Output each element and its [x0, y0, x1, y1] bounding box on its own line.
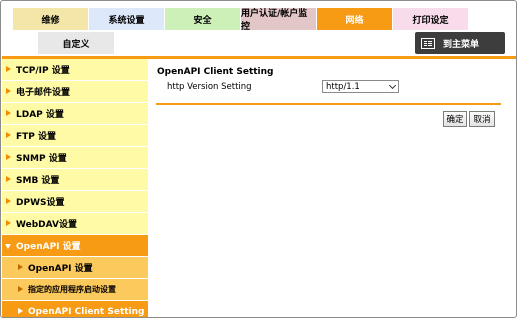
- sidebar-subitem-client-setting[interactable]: OpenAPI Client Setting: [2, 301, 148, 317]
- tab-user-auth[interactable]: 用户认证/帐户监控: [241, 8, 317, 32]
- sidebar-item-ldap[interactable]: LDAP 设置: [2, 103, 148, 125]
- sidebar-subitem-label: OpenAPI 设置: [28, 264, 93, 274]
- tab-maintenance[interactable]: 维修: [13, 8, 89, 30]
- arrow-right-icon: [6, 88, 11, 94]
- arrow-right-icon: [6, 198, 11, 204]
- sidebar-item-label: WebDAV设置: [16, 220, 77, 230]
- sidebar-item-webdav[interactable]: WebDAV设置: [2, 213, 148, 235]
- sidebar-subitem-label: OpenAPI Client Setting: [28, 306, 145, 317]
- arrow-right-icon: [18, 286, 23, 292]
- arrow-right-icon: [6, 176, 11, 182]
- sidebar: TCP/IP 设置 电子邮件设置 LDAP 设置 FTP 设置 SNMP 设置 …: [2, 59, 148, 317]
- tab-print-settings[interactable]: 打印设定: [393, 8, 469, 30]
- arrow-right-icon: [18, 308, 23, 314]
- tab-security[interactable]: 安全: [165, 8, 241, 30]
- arrow-right-icon: [6, 110, 11, 116]
- arrow-down-icon: [5, 244, 11, 249]
- arrow-right-icon: [6, 220, 11, 226]
- sidebar-item-label: OpenAPI 设置: [16, 242, 81, 252]
- chevron-down-icon: [388, 81, 397, 90]
- sidebar-subitem-openapi-settings[interactable]: OpenAPI 设置: [2, 257, 148, 279]
- arrow-right-icon: [6, 154, 11, 160]
- top-tab-bar: 维修 系统设置 安全 用户认证/帐户监控 网络 打印设定: [13, 8, 469, 32]
- sidebar-item-label: 电子邮件设置: [16, 88, 71, 98]
- sidebar-item-ftp[interactable]: FTP 设置: [2, 125, 148, 147]
- ok-button[interactable]: 确定: [443, 111, 467, 127]
- sidebar-item-label: DPWS设置: [16, 198, 65, 208]
- sidebar-item-dpws[interactable]: DPWS设置: [2, 191, 148, 213]
- menu-icon: [421, 37, 435, 49]
- app-window: 维修 系统设置 安全 用户认证/帐户监控 网络 打印设定 自定义 到主菜单 TC…: [0, 0, 517, 318]
- http-version-label: http Version Setting: [167, 82, 252, 92]
- arrow-right-icon: [6, 66, 11, 72]
- sidebar-item-snmp[interactable]: SNMP 设置: [2, 147, 148, 169]
- sidebar-item-label: SMB 设置: [16, 176, 60, 186]
- sidebar-subitem-app-launch[interactable]: 指定的应用程序启动设置: [2, 279, 148, 301]
- main-menu-button[interactable]: 到主菜单: [415, 32, 505, 54]
- tab-network[interactable]: 网络: [317, 8, 393, 30]
- http-version-value: http/1.1: [326, 81, 360, 92]
- sidebar-item-smb[interactable]: SMB 设置: [2, 169, 148, 191]
- content-divider: [156, 103, 501, 105]
- sidebar-item-label: SNMP 设置: [16, 154, 67, 164]
- tab-system-settings[interactable]: 系统设置: [89, 8, 165, 30]
- main-menu-label: 到主菜单: [443, 39, 480, 50]
- arrow-right-icon: [18, 264, 23, 270]
- sidebar-item-label: TCP/IP 设置: [16, 66, 70, 76]
- sidebar-item-tcpip[interactable]: TCP/IP 设置: [2, 59, 148, 81]
- http-version-select[interactable]: http/1.1: [322, 80, 399, 93]
- cancel-button[interactable]: 取消: [469, 111, 495, 127]
- page-title: OpenAPI Client Setting: [157, 67, 274, 77]
- sidebar-item-label: LDAP 设置: [16, 110, 64, 120]
- sidebar-subitem-label: 指定的应用程序启动设置: [28, 285, 116, 294]
- tab-custom[interactable]: 自定义: [38, 32, 114, 54]
- sidebar-item-openapi[interactable]: OpenAPI 设置: [2, 235, 148, 257]
- sidebar-item-email[interactable]: 电子邮件设置: [2, 81, 148, 103]
- arrow-right-icon: [6, 132, 11, 138]
- sidebar-item-label: FTP 设置: [16, 132, 57, 142]
